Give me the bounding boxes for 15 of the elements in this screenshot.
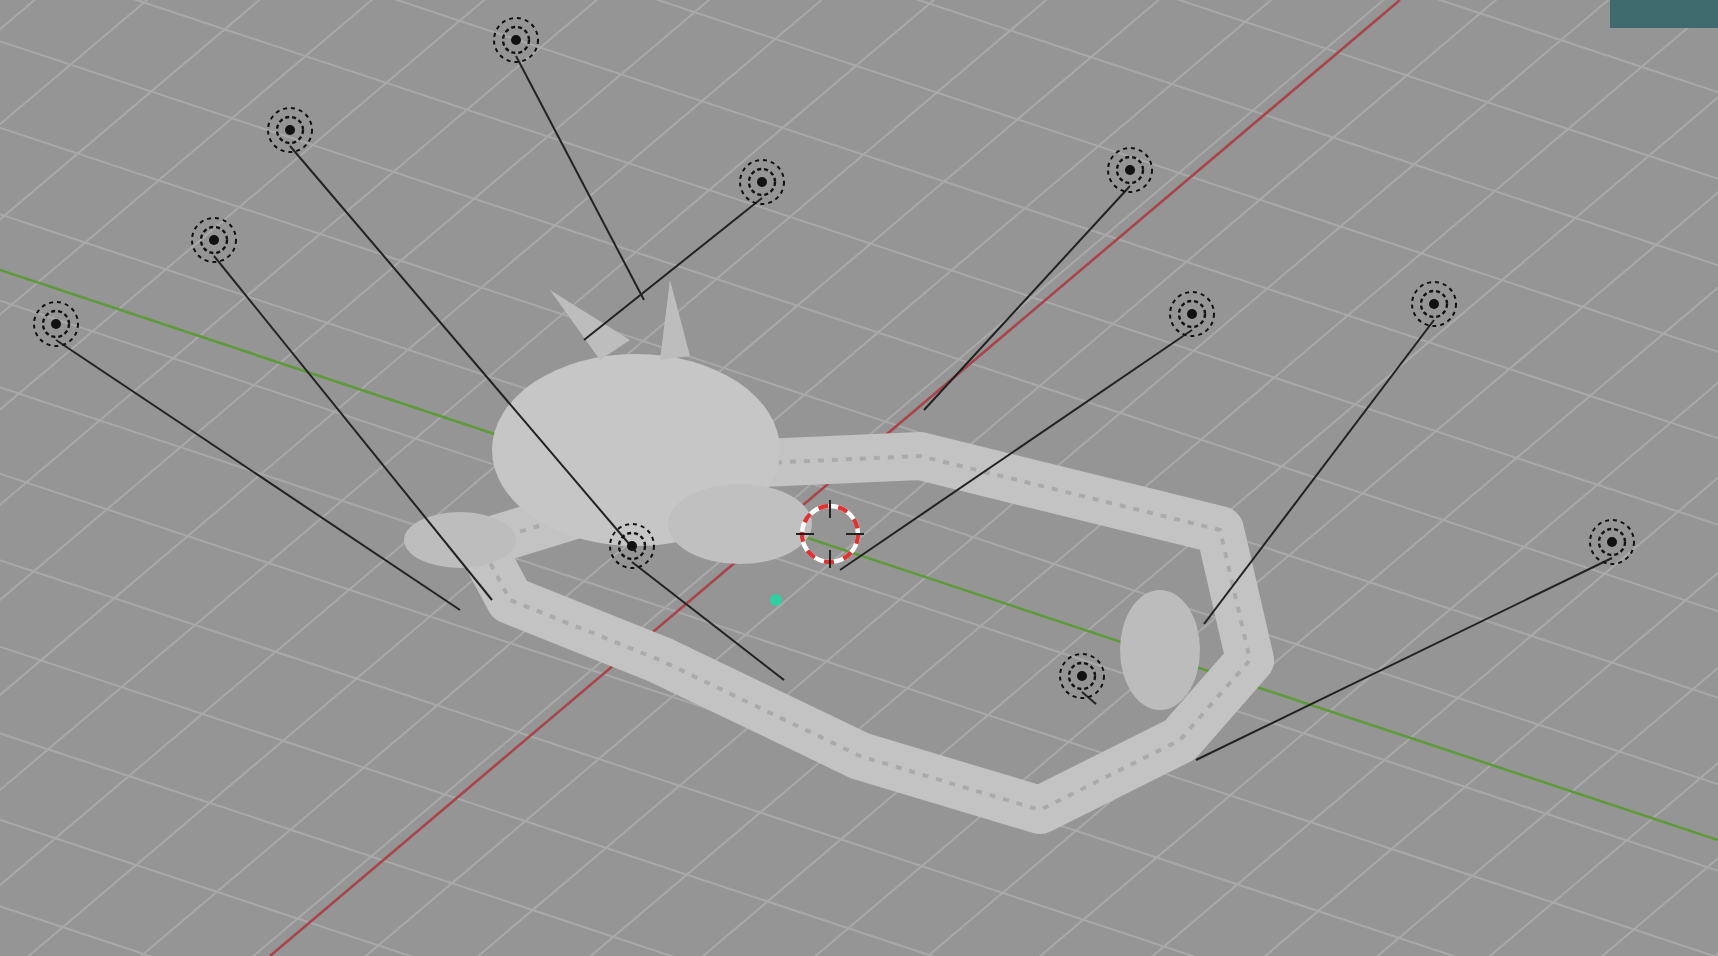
light-icon[interactable] bbox=[267, 107, 313, 153]
leader-line bbox=[1081, 691, 1097, 705]
light-icon[interactable] bbox=[1059, 653, 1105, 699]
light-icon[interactable] bbox=[609, 523, 655, 569]
cursor-icon bbox=[795, 499, 865, 569]
origin-dot-icon bbox=[770, 594, 782, 606]
light-icon[interactable] bbox=[191, 217, 237, 263]
light-icon[interactable] bbox=[1589, 519, 1635, 565]
light-icon[interactable] bbox=[1169, 291, 1215, 337]
light-icon[interactable] bbox=[493, 17, 539, 63]
light-icon[interactable] bbox=[33, 301, 79, 347]
panel-edge bbox=[1610, 0, 1718, 28]
light-icon[interactable] bbox=[1411, 281, 1457, 327]
light-icon[interactable] bbox=[1107, 147, 1153, 193]
light-icon[interactable] bbox=[739, 159, 785, 205]
